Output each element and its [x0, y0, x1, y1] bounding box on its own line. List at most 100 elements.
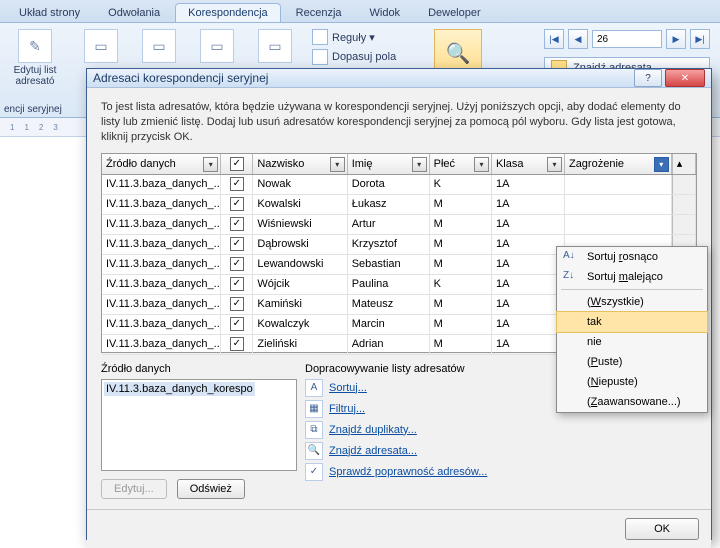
match-fields-button[interactable]: Dopasuj pola: [312, 49, 396, 65]
cell-source: IV.11.3.baza_danych_...: [102, 215, 221, 234]
cell-sex: M: [430, 215, 492, 234]
scroll-track[interactable]: [672, 175, 696, 194]
cell-check[interactable]: ✓: [221, 195, 253, 214]
cell-check[interactable]: ✓: [221, 235, 253, 254]
cell-source: IV.11.3.baza_danych_...: [102, 335, 221, 354]
edit-recipient-list-button[interactable]: ✎ Edytuj list adresató: [10, 29, 60, 87]
prev-record-button[interactable]: ◀: [568, 29, 588, 49]
filter-all-item[interactable]: (Wszystkie): [557, 292, 707, 312]
validate-addresses-link[interactable]: Sprawdź poprawność adresów...: [329, 466, 487, 478]
rules-button[interactable]: Reguły ▾: [312, 29, 396, 45]
first-record-button[interactable]: |◀: [544, 29, 564, 49]
find-recipient-link[interactable]: Znajdź adresata...: [329, 445, 417, 457]
ribbon-placeholder-4[interactable]: ▭: [250, 29, 300, 65]
checkbox-icon[interactable]: ✓: [230, 337, 244, 351]
col-header-source[interactable]: Źródło danych▾: [102, 154, 221, 174]
cell-class: 1A: [492, 175, 565, 194]
cell-check[interactable]: ✓: [221, 275, 253, 294]
cell-threat: [565, 215, 672, 234]
cell-lastname: Dąbrowski: [253, 235, 347, 254]
table-row[interactable]: IV.11.3.baza_danych_...✓WiśniewskiArturM…: [102, 215, 696, 235]
filter-blank-item[interactable]: (Puste): [557, 352, 707, 372]
col-header-check[interactable]: ✓: [221, 154, 253, 174]
tab-references[interactable]: Odwołania: [95, 3, 173, 22]
ok-button[interactable]: OK: [625, 518, 699, 540]
dropdown-icon[interactable]: ▾: [203, 157, 218, 172]
ribbon-placeholder-2[interactable]: ▭: [134, 29, 184, 65]
tab-mailings[interactable]: Korespondencja: [175, 3, 281, 22]
checkbox-icon[interactable]: ✓: [230, 317, 244, 331]
cell-firstname: Sebastian: [348, 255, 430, 274]
cell-class: 1A: [492, 275, 565, 294]
dropdown-icon[interactable]: ▾: [547, 157, 562, 172]
dropdown-icon[interactable]: ▾: [412, 157, 427, 172]
next-record-button[interactable]: ▶: [666, 29, 686, 49]
cell-check[interactable]: ✓: [221, 255, 253, 274]
scroll-track[interactable]: [672, 215, 696, 234]
col-header-threat[interactable]: Zagrożenie▾: [565, 154, 672, 174]
checkbox-icon[interactable]: ✓: [230, 297, 244, 311]
doc-icon: ▭: [142, 29, 176, 63]
cell-check[interactable]: ✓: [221, 315, 253, 334]
cell-firstname: Adrian: [348, 335, 430, 354]
cell-check[interactable]: ✓: [221, 215, 253, 234]
cell-check[interactable]: ✓: [221, 295, 253, 314]
filter-nie-item[interactable]: nie: [557, 332, 707, 352]
match-fields-label: Dopasuj pola: [332, 51, 396, 63]
tab-layout[interactable]: Układ strony: [6, 3, 93, 22]
ribbon-placeholder-3[interactable]: ▭: [192, 29, 242, 65]
tab-review[interactable]: Recenzja: [283, 3, 355, 22]
cell-class: 1A: [492, 255, 565, 274]
table-row[interactable]: IV.11.3.baza_danych_...✓NowakDorotaK1A: [102, 175, 696, 195]
checkbox-icon[interactable]: ✓: [230, 157, 244, 171]
tab-developer[interactable]: Deweloper: [415, 3, 494, 22]
checkbox-icon[interactable]: ✓: [230, 257, 244, 271]
cell-check[interactable]: ✓: [221, 335, 253, 354]
sort-link[interactable]: Sortuj...: [329, 382, 367, 394]
cell-sex: M: [430, 315, 492, 334]
cell-lastname: Wójcik: [253, 275, 347, 294]
cell-check[interactable]: ✓: [221, 175, 253, 194]
table-row[interactable]: IV.11.3.baza_danych_...✓KowalskiŁukaszM1…: [102, 195, 696, 215]
scroll-up-button[interactable]: ▴: [672, 154, 696, 174]
col-header-lastname[interactable]: Nazwisko▾: [253, 154, 347, 174]
checkbox-icon[interactable]: ✓: [230, 277, 244, 291]
ribbon-placeholder-1[interactable]: ▭: [76, 29, 126, 65]
col-header-sex[interactable]: Płeć▾: [430, 154, 492, 174]
col-header-firstname[interactable]: Imię▾: [348, 154, 430, 174]
checkbox-icon[interactable]: ✓: [230, 177, 244, 191]
data-source-list[interactable]: IV.11.3.baza_danych_korespo: [101, 379, 297, 471]
data-source-item[interactable]: IV.11.3.baza_danych_korespo: [104, 382, 255, 396]
sort-asc-item[interactable]: A↓Sortuj rosnąco: [557, 247, 707, 267]
checkbox-icon[interactable]: ✓: [230, 217, 244, 231]
refresh-button[interactable]: Odśwież: [177, 479, 245, 499]
cell-sex: M: [430, 295, 492, 314]
cell-firstname: Mateusz: [348, 295, 430, 314]
dropdown-icon[interactable]: ▾: [474, 157, 489, 172]
last-record-button[interactable]: ▶|: [690, 29, 710, 49]
sort-desc-item[interactable]: Z↓Sortuj malejąco: [557, 267, 707, 287]
dropdown-icon[interactable]: ▾: [654, 157, 669, 172]
find-duplicates-link[interactable]: Znajdź duplikaty...: [329, 424, 417, 436]
rules-label: Reguły ▾: [332, 31, 375, 44]
dialog-titlebar[interactable]: Adresaci korespondencji seryjnej ? ✕: [87, 69, 711, 88]
filter-tak-item[interactable]: tak: [556, 311, 708, 333]
cell-firstname: Marcin: [348, 315, 430, 334]
cell-sex: K: [430, 275, 492, 294]
cell-lastname: Zieliński: [253, 335, 347, 354]
filter-nonblank-item[interactable]: (Niepuste): [557, 372, 707, 392]
dropdown-icon[interactable]: ▾: [330, 157, 345, 172]
sort-desc-icon: Z↓: [563, 270, 577, 284]
record-number-input[interactable]: [592, 30, 662, 48]
close-button[interactable]: ✕: [665, 69, 705, 87]
checkbox-icon[interactable]: ✓: [230, 237, 244, 251]
checkbox-icon[interactable]: ✓: [230, 197, 244, 211]
ribbon-group-label: encji seryjnej: [4, 104, 62, 115]
cell-lastname: Lewandowski: [253, 255, 347, 274]
filter-advanced-item[interactable]: (Zaawansowane...): [557, 392, 707, 412]
scroll-track[interactable]: [672, 195, 696, 214]
filter-link[interactable]: Filtruj...: [329, 403, 365, 415]
tab-view[interactable]: Widok: [357, 3, 414, 22]
col-header-class[interactable]: Klasa▾: [492, 154, 565, 174]
help-button[interactable]: ?: [634, 69, 662, 87]
